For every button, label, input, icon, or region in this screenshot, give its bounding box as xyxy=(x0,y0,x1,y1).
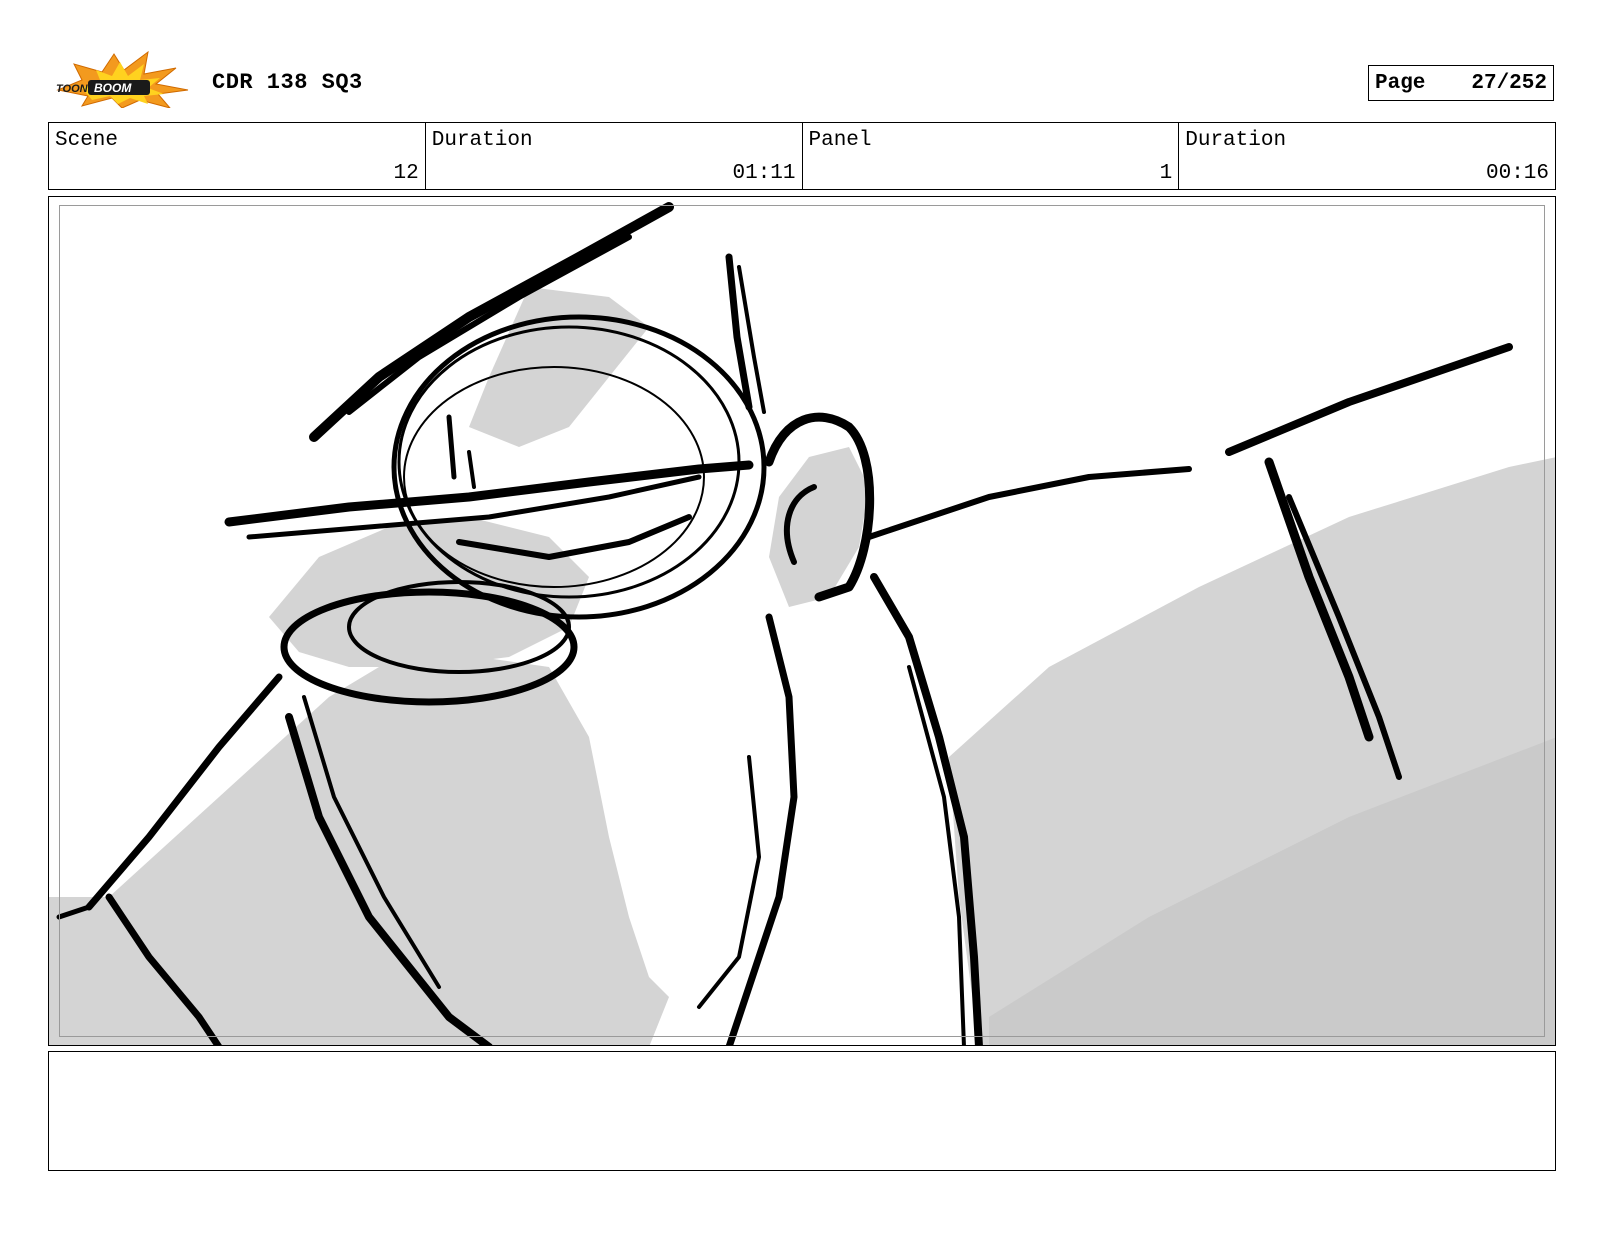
svg-text:BOOM: BOOM xyxy=(94,81,132,95)
storyboard-panel xyxy=(48,196,1556,1046)
page-number: 27/252 xyxy=(1471,71,1547,95)
toon-boom-logo: TOON BOOM xyxy=(52,50,192,109)
panel-duration-label: Duration xyxy=(1185,129,1287,152)
scene-duration-value: 01:11 xyxy=(732,162,796,185)
panel-cell: Panel 1 xyxy=(803,123,1180,189)
panel-duration-cell: Duration 00:16 xyxy=(1179,123,1555,189)
page-indicator: Page 27/252 xyxy=(1368,65,1554,101)
panel-duration-value: 00:16 xyxy=(1485,162,1549,185)
panel-label: Panel xyxy=(808,129,872,152)
scene-duration-cell: Duration 01:11 xyxy=(426,123,803,189)
project-title: CDR 138 SQ3 xyxy=(212,70,363,95)
panel-safe-frame xyxy=(59,205,1545,1037)
scene-duration-label: Duration xyxy=(431,129,533,152)
scene-info-table: Scene 12 Duration 01:11 Panel 1 Duration… xyxy=(48,122,1556,190)
svg-text:TOON: TOON xyxy=(56,83,89,95)
scene-label: Scene xyxy=(55,129,119,152)
scene-value: 12 xyxy=(393,162,419,185)
panel-notes-box[interactable] xyxy=(48,1051,1556,1171)
page-label: Page xyxy=(1375,71,1426,95)
scene-cell: Scene 12 xyxy=(49,123,426,189)
panel-value: 1 xyxy=(1159,162,1173,185)
